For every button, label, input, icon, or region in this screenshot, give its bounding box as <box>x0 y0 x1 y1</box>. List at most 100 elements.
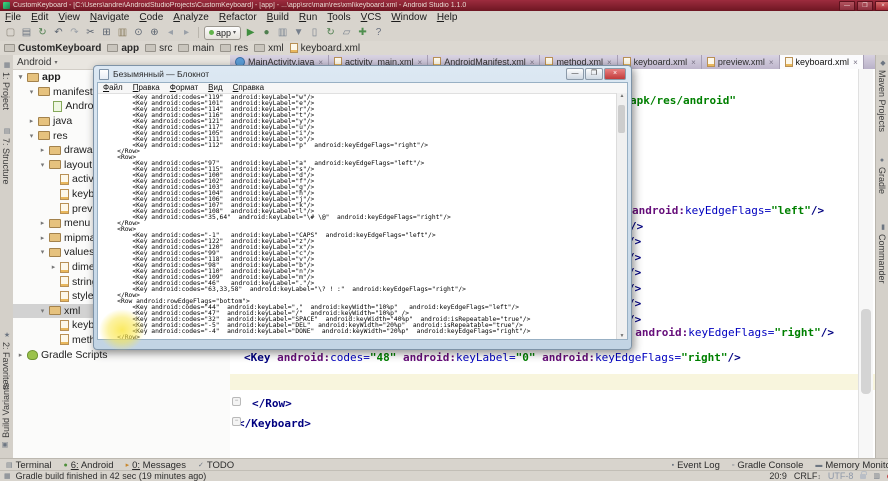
tree-expand-arrow-icon[interactable]: ▸ <box>39 146 46 154</box>
breadcrumb-item[interactable]: app <box>107 43 139 54</box>
editor-scrollbar-thumb[interactable] <box>861 309 871 394</box>
notepad-menu-item[interactable]: Правка <box>128 83 165 93</box>
sdk-manager-icon[interactable]: ✚ <box>356 26 369 39</box>
notepad-maximize-button[interactable]: ❐ <box>585 68 603 80</box>
event-log-button[interactable]: ▪ Event Log <box>672 460 720 471</box>
breadcrumb-item[interactable]: keyboard.xml <box>289 43 360 54</box>
notepad-window[interactable]: Безымянный — Блокнот — ❐ × Файл Правка Фор… <box>93 65 632 350</box>
cut-icon[interactable]: ✂ <box>84 26 97 39</box>
breadcrumb-label: app <box>121 42 140 54</box>
notepad-menu-item[interactable]: Формат <box>165 83 203 93</box>
breadcrumb-item[interactable]: src <box>145 43 172 54</box>
notepad-close-button[interactable]: × <box>604 68 626 80</box>
menu-item[interactable]: File <box>0 11 26 24</box>
todo-button[interactable]: ✓ TODO <box>198 460 234 471</box>
toolwindow-button-maven-projects[interactable]: ◆ Maven Projects <box>877 59 887 132</box>
tree-expand-arrow-icon[interactable]: ▸ <box>39 234 46 242</box>
editor-tab[interactable]: keyboard.xml × <box>779 55 864 69</box>
tab-close-icon[interactable]: × <box>853 58 858 67</box>
open-icon[interactable]: ▢ <box>4 26 17 39</box>
menu-item[interactable]: Run <box>294 11 322 24</box>
sync-gradle-icon[interactable]: ↻ <box>324 26 337 39</box>
tree-expand-arrow-icon[interactable]: ▾ <box>39 248 46 256</box>
toolwindow-button-commander[interactable]: ▮ Commander <box>877 223 887 284</box>
gradle-console-button[interactable]: ▫ Gradle Console <box>732 460 804 471</box>
toolwindow-button-structure[interactable]: ▤ 7: Structure <box>1 127 11 185</box>
menu-item[interactable]: Help <box>432 11 463 24</box>
tree-item-icon <box>49 145 61 155</box>
scroll-up-arrow-icon[interactable]: ▲ <box>620 93 625 99</box>
columns-icon[interactable]: ▥ <box>873 472 880 480</box>
tab-close-icon[interactable]: × <box>769 58 774 67</box>
tree-expand-arrow-icon[interactable]: ▾ <box>17 73 24 81</box>
fold-marker-icon[interactable]: − <box>232 397 241 406</box>
android-monitor-icon[interactable]: ▯ <box>308 26 321 39</box>
help-icon[interactable]: ? <box>372 26 385 39</box>
notepad-menu-item[interactable]: Вид <box>203 83 227 93</box>
tree-expand-arrow-icon[interactable]: ▸ <box>39 219 46 227</box>
menu-item[interactable]: Build <box>262 11 294 24</box>
window-maximize-button[interactable]: ❐ <box>857 0 873 11</box>
notepad-minimize-button[interactable]: — <box>566 68 584 80</box>
forward-icon[interactable]: ▸ <box>180 26 193 39</box>
breadcrumb-item[interactable]: CustomKeyboard <box>4 43 101 54</box>
notepad-menu-item[interactable]: Файл <box>98 83 128 93</box>
breadcrumb-item[interactable]: res <box>220 43 248 54</box>
copy-icon[interactable]: ⊞ <box>100 26 113 39</box>
editor-scrollbar[interactable] <box>858 69 873 458</box>
toolwindow-button-favorites[interactable]: ★ 2: Favorites <box>1 331 11 389</box>
tree-expand-arrow-icon[interactable]: ▾ <box>39 307 46 315</box>
menu-item[interactable]: Navigate <box>85 11 134 24</box>
coverage-icon[interactable]: ▥ <box>276 26 289 39</box>
tree-expand-arrow-icon[interactable]: ▸ <box>50 263 57 271</box>
lock-icon[interactable] <box>860 470 868 479</box>
save-all-icon[interactable]: ▤ <box>20 26 33 39</box>
scroll-down-arrow-icon[interactable]: ▼ <box>620 333 625 339</box>
tree-expand-arrow-icon[interactable]: ▸ <box>28 117 35 125</box>
window-minimize-button[interactable]: — <box>839 0 855 11</box>
attach-debugger-icon[interactable]: ▼ <box>292 26 305 39</box>
run-icon[interactable]: ▶ <box>244 26 257 39</box>
notepad-menu-item[interactable]: Справка <box>228 83 269 93</box>
messages-button[interactable]: ▸ 0: Messages <box>126 460 186 471</box>
replace-icon[interactable]: ⊕ <box>148 26 161 39</box>
menu-item[interactable]: View <box>53 11 85 24</box>
tree-expand-arrow-icon[interactable]: ▾ <box>39 161 46 169</box>
notepad-scrollbar-thumb[interactable] <box>618 105 625 133</box>
synchronize-icon[interactable]: ↻ <box>36 26 49 39</box>
terminal-button[interactable]: ▤ Terminal <box>6 460 52 471</box>
editor-tab[interactable]: preview.xml × <box>701 55 780 69</box>
menu-item[interactable]: Analyze <box>168 11 214 24</box>
run-configuration-selector[interactable]: app ▾ <box>204 25 242 40</box>
toolwindow-button-gradle[interactable]: ● Gradle <box>877 157 887 194</box>
toolwindow-button-build-variants[interactable]: ▣ Build Variants <box>1 383 11 449</box>
undo-icon[interactable]: ↶ <box>52 26 65 39</box>
toolwindow-switcher-icon[interactable]: ▦ <box>4 472 11 480</box>
window-close-button[interactable]: × <box>875 0 888 11</box>
toolwindow-button-project[interactable]: ▦ 1: Project <box>1 61 11 110</box>
menu-item[interactable]: Edit <box>26 11 53 24</box>
android-toolwindow-button[interactable]: ● 6: Android <box>64 460 114 471</box>
debug-icon[interactable]: ● <box>260 26 273 39</box>
notepad-title-bar[interactable]: Безымянный — Блокнот — ❐ × <box>97 66 628 82</box>
tree-expand-arrow-icon[interactable]: ▾ <box>28 132 35 140</box>
notepad-text-area[interactable]: <Key android:codes="119" android:keyLabe… <box>98 93 617 339</box>
paste-icon[interactable]: ▥ <box>116 26 129 39</box>
menu-item[interactable]: Code <box>134 11 168 24</box>
memory-monitor-button[interactable]: ▬ Memory Monitor <box>815 460 888 471</box>
menu-item[interactable]: Window <box>386 11 432 24</box>
redo-icon[interactable]: ↷ <box>68 26 81 39</box>
tree-expand-arrow-icon[interactable]: ▸ <box>17 351 24 359</box>
back-icon[interactable]: ◂ <box>164 26 177 39</box>
tree-expand-arrow-icon[interactable]: ▾ <box>28 88 35 96</box>
breadcrumb-item[interactable]: xml <box>254 43 284 54</box>
menu-item[interactable]: Tools <box>322 11 355 24</box>
avd-manager-icon[interactable]: ▱ <box>340 26 353 39</box>
menu-item[interactable]: VCS <box>356 11 387 24</box>
notepad-scrollbar[interactable]: ▲ ▼ <box>616 93 627 339</box>
fold-marker-icon[interactable]: − <box>232 417 241 426</box>
menu-item[interactable]: Refactor <box>214 11 262 24</box>
tab-close-icon[interactable]: × <box>691 58 696 67</box>
breadcrumb-item[interactable]: main <box>178 43 214 54</box>
find-icon[interactable]: ⊙ <box>132 26 145 39</box>
